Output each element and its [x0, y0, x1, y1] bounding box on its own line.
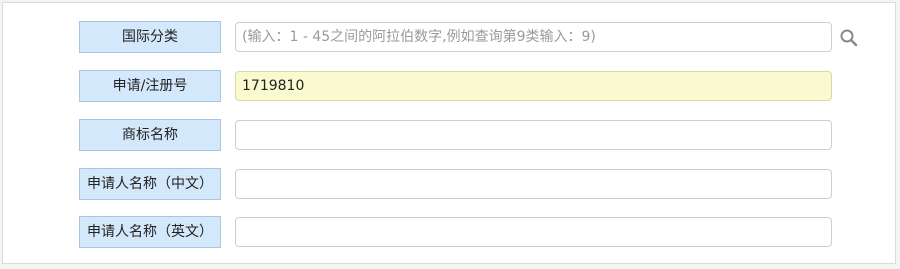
search-button[interactable] [839, 28, 859, 48]
intl-class-input[interactable] [235, 22, 832, 52]
intl-class-label: 国际分类 [79, 21, 221, 53]
reg-number-label: 申请/注册号 [79, 70, 221, 102]
reg-number-input[interactable] [235, 71, 832, 101]
trademark-name-label: 商标名称 [79, 119, 221, 151]
applicant-cn-label: 申请人名称（中文） [79, 168, 221, 200]
trademark-name-input[interactable] [235, 120, 832, 150]
search-icon [840, 29, 858, 47]
search-form-panel: 国际分类 申请/注册号 商标名称 申请人名称（中文） 申请人名称（英文） [2, 2, 896, 264]
applicant-cn-input[interactable] [235, 169, 832, 199]
applicant-en-input[interactable] [235, 217, 832, 247]
applicant-en-label: 申请人名称（英文） [79, 216, 221, 248]
